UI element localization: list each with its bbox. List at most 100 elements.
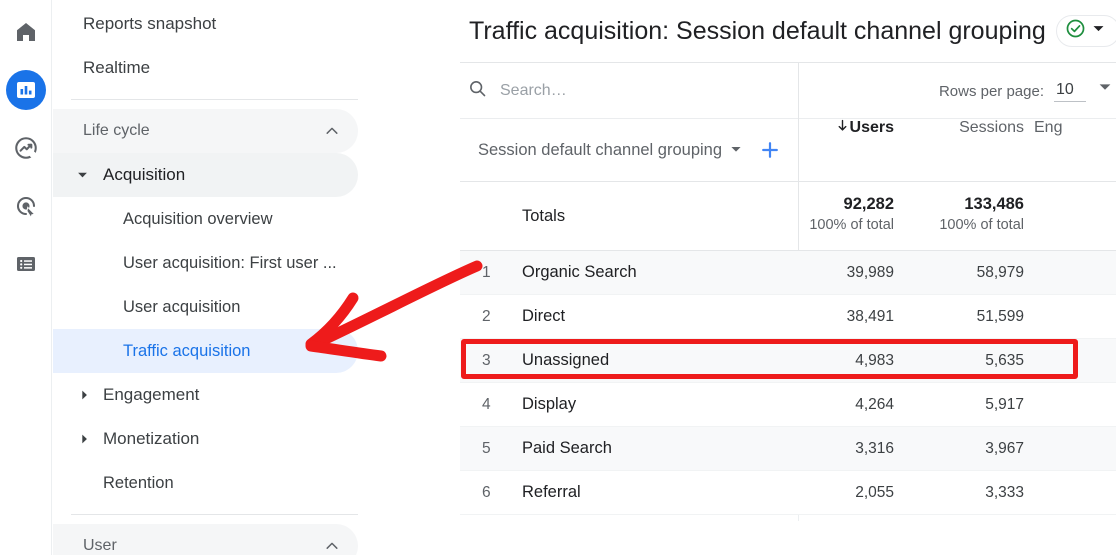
search-input[interactable]: Search… [460,79,567,103]
row-dimension-value: Organic Search [522,263,637,282]
sidebar-group-label: Life cycle [83,122,150,140]
sidebar-group-user[interactable]: User [53,524,358,555]
totals-users-subtext: 100% of total [784,215,894,235]
column-header-users[interactable]: Users [784,119,894,137]
chevron-down-icon[interactable] [1098,80,1112,102]
sidebar-item-label: Realtime [83,58,150,78]
sidebar-item-monetization[interactable]: Monetization [53,417,358,461]
table-row[interactable]: 2 Direct 38,491 51,599 [460,295,1116,339]
sidebar-divider-1 [71,99,358,100]
sidebar-group-life-cycle[interactable]: Life cycle [53,109,358,153]
search-row: Search… Rows per page: 10 [460,63,1116,119]
reports-icon[interactable] [6,70,46,110]
sidebar-item-label: User acquisition [123,298,240,317]
arrow-down-icon [836,119,849,137]
chevron-down-icon [1092,22,1105,40]
row-index: 4 [482,396,504,414]
row-users-value: 2,055 [784,484,894,502]
report-panel: Search… Rows per page: 10 Session defaul… [460,62,1116,555]
sidebar-item-label: Engagement [103,385,199,405]
row-users-value: 38,491 [784,308,894,326]
totals-label: Totals [460,207,798,226]
row-index: 1 [482,264,504,282]
chevron-up-icon [324,123,340,139]
red-arrow-annotation [285,258,485,383]
table-row[interactable]: 5 Paid Search 3,316 3,967 [460,427,1116,471]
totals-sessions-value: 133,486 [904,194,1024,215]
table-row[interactable]: 4 Display 4,264 5,917 [460,383,1116,427]
row-sessions-value: 58,979 [904,264,1024,282]
table-body: 1 Organic Search 39,989 58,979 2 Direct … [460,251,1116,515]
sidebar-item-realtime[interactable]: Realtime [53,46,358,90]
analytics-app-window: Reports snapshot Realtime Life cycle Acq… [0,0,1116,555]
column-header-label: Sessions [959,119,1024,136]
sidebar-item-retention[interactable]: Retention [53,461,358,505]
main-content: Traffic acquisition: Session default cha… [457,0,1116,555]
row-sessions-value: 3,333 [904,484,1024,502]
chevron-down-icon [730,141,742,160]
dimension-selector[interactable]: Session default channel grouping [460,140,798,160]
sidebar-item-label: Acquisition overview [123,210,272,229]
search-placeholder: Search… [500,82,567,100]
row-sessions-value: 3,967 [904,440,1024,458]
rows-per-page-value[interactable]: 10 [1054,81,1086,102]
column-header-engaged-sessions[interactable]: Eng [1034,119,1116,137]
page-header: Traffic acquisition: Session default cha… [457,0,1116,62]
sidebar-item-acquisition[interactable]: Acquisition [53,153,358,197]
page-title: Traffic acquisition: Session default cha… [469,17,1046,46]
row-sessions-value: 51,599 [904,308,1024,326]
row-index: 6 [482,484,504,502]
column-header-label: Eng [1034,119,1062,136]
home-icon[interactable] [6,12,46,52]
sidebar-item-label: Acquisition [103,165,185,185]
advertising-icon[interactable] [6,186,46,226]
totals-row: Totals 92,282 100% of total 133,486 100%… [460,181,1116,251]
chevron-up-icon [324,538,340,554]
row-users-value: 4,264 [784,396,894,414]
caret-right-icon [79,390,90,401]
totals-sessions-subtext: 100% of total [904,215,1024,235]
rows-per-page-label: Rows per page: [939,83,1044,102]
metric-headers: Users Sessions Eng [798,119,1116,181]
row-users-value: 3,316 [784,440,894,458]
row-index: 5 [482,440,504,458]
sidebar-divider-2 [71,514,358,515]
left-icon-rail [0,0,52,555]
check-circle-icon [1065,18,1086,44]
column-divider [798,119,799,181]
row-index: 2 [482,308,504,326]
row-sessions-value: 5,917 [904,396,1024,414]
row-dimension-value: Paid Search [522,439,612,458]
plus-icon[interactable] [760,140,780,160]
totals-users: 92,282 100% of total [784,194,894,235]
sidebar-item-acquisition-overview[interactable]: Acquisition overview [53,197,358,241]
explore-icon[interactable] [6,128,46,168]
row-dimension-value: Direct [522,307,565,326]
sidebar-item-label: Retention [103,474,174,493]
rows-per-page-control: Rows per page: 10 [939,80,1112,102]
status-badge[interactable] [1056,15,1116,47]
sidebar-item-label: Traffic acquisition [123,342,250,361]
row-dimension-value: Referral [522,483,581,502]
column-divider [798,63,799,119]
sidebar-item-label: Monetization [103,429,199,449]
column-header-sessions[interactable]: Sessions [904,119,1024,137]
column-divider [798,182,799,252]
column-header-label: Users [850,119,894,137]
configure-icon[interactable] [6,244,46,284]
sidebar-item-label: Reports snapshot [83,14,216,34]
sidebar-group-label: User [83,537,117,555]
totals-users-value: 92,282 [784,194,894,215]
row-users-value: 39,989 [784,264,894,282]
table-row[interactable]: 1 Organic Search 39,989 58,979 [460,251,1116,295]
dimension-label: Session default channel grouping [478,141,722,160]
row-dimension-value: Display [522,395,576,414]
totals-sessions: 133,486 100% of total [904,194,1024,235]
red-highlight-box-annotation [461,339,1078,379]
table-row[interactable]: 6 Referral 2,055 3,333 [460,471,1116,515]
sidebar-item-reports-snapshot[interactable]: Reports snapshot [53,2,358,46]
table-column-headers: Session default channel grouping [460,119,1116,181]
search-icon [468,79,487,103]
caret-down-icon [77,170,88,181]
caret-right-icon [79,434,90,445]
